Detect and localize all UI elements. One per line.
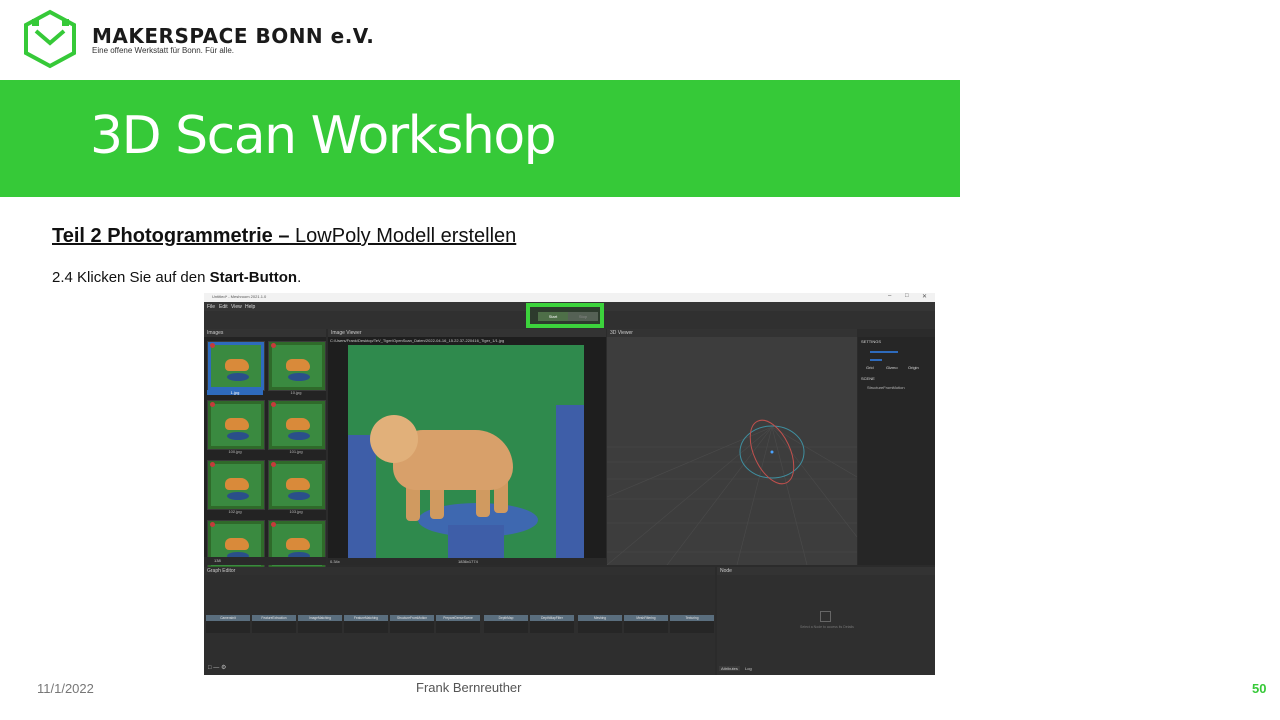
viewer-statusbar: 0.34x 1836x1774 — [328, 558, 606, 565]
image-count: 138 — [204, 557, 326, 565]
scene-item[interactable]: StructureFromMotion — [867, 385, 905, 390]
window-title: Untitled* - Meshroom 2021.1.0 — [212, 294, 267, 299]
settings-title: SETTINGS — [861, 339, 882, 344]
node-icon — [820, 611, 831, 622]
image-thumb[interactable] — [268, 400, 326, 450]
node-hint: Select a Node to access its Details — [800, 625, 854, 629]
org-name: MAKERSPACE BONN e.V. — [92, 24, 375, 48]
window-titlebar: Untitled* - Meshroom 2021.1.0 – □ ✕ — [204, 293, 935, 302]
graph-editor[interactable]: CameraInit FeatureExtraction ImageMatchi… — [204, 567, 715, 675]
3d-grid — [606, 419, 858, 566]
zoom-level: 0.34x — [330, 559, 340, 564]
3d-viewer-header: 3D Viewer — [607, 329, 857, 337]
meshroom-screenshot: Untitled* - Meshroom 2021.1.0 – □ ✕ File… — [204, 293, 935, 675]
heading-bold: Teil 2 Photogrammetrie – — [52, 225, 290, 247]
thumb-label: 1.jpg — [207, 390, 263, 395]
step-instruction: 2.4 Klicken Sie auf den Start-Button. — [52, 269, 301, 286]
slide-title: 3D Scan Workshop — [90, 106, 557, 166]
maximize-icon[interactable]: □ — [905, 293, 909, 299]
3d-viewer[interactable] — [606, 337, 858, 566]
menu-file[interactable]: File — [207, 304, 215, 310]
step-prefix: 2.4 Klicken Sie auf den — [52, 269, 210, 286]
node-panel-header: Node — [717, 567, 935, 575]
footer-author: Frank Bernreuther — [416, 680, 522, 695]
graph-editor-header: Graph Editor — [204, 567, 715, 575]
minimize-icon[interactable]: – — [888, 293, 891, 299]
graph-tool-icons[interactable]: □ — ⚙ — [208, 664, 226, 671]
close-icon[interactable]: ✕ — [922, 293, 927, 300]
heading-rest: LowPoly Modell erstellen — [289, 225, 517, 247]
image-thumb[interactable] — [207, 400, 265, 450]
gizmo-toggle[interactable]: Gizmo — [886, 365, 898, 370]
start-button[interactable]: Start — [538, 312, 568, 321]
menu-help[interactable]: Help — [245, 304, 255, 310]
thumb-label: 10.jpg — [290, 390, 302, 395]
step-bold: Start-Button — [209, 269, 298, 286]
start-highlight: Start Stop — [526, 303, 604, 328]
thumb-label: 103.jpg — [289, 509, 303, 514]
page-number: 50 — [1252, 681, 1267, 696]
origin-toggle[interactable]: Origin — [908, 365, 919, 370]
menu-edit[interactable]: Edit — [219, 304, 228, 310]
footer-date: 11/1/2022 — [37, 681, 94, 696]
step-suffix: . — [297, 269, 302, 286]
grid-toggle[interactable]: Grid — [866, 365, 874, 370]
image-thumb[interactable] — [207, 460, 265, 510]
image-thumb[interactable] — [268, 460, 326, 510]
tab-attributes[interactable]: Attributes — [719, 666, 740, 671]
makerspace-logo — [24, 9, 76, 69]
node-panel: Select a Node to access its Details Attr… — [717, 567, 935, 675]
tab-log[interactable]: Log — [745, 666, 752, 671]
section-heading: Teil 2 Photogrammetrie – LowPoly Modell … — [52, 225, 516, 248]
viewer-settings: SETTINGS Grid Gizmo Origin SCENE Structu… — [858, 337, 935, 565]
org-tagline: Eine offene Werkstatt für Bonn. Für alle… — [92, 46, 234, 55]
title-band: 3D Scan Workshop — [0, 80, 960, 197]
stop-button[interactable]: Stop — [568, 312, 598, 321]
image-resolution: 1836x1774 — [458, 559, 478, 564]
images-panel: 1.jpg 10.jpg 100.jpg 101.jpg 102.jpg 103… — [204, 337, 326, 570]
thumb-label: 102.jpg — [228, 509, 242, 514]
thumb-label: 100.jpg — [228, 449, 242, 454]
image-thumb[interactable] — [268, 341, 326, 391]
scene-title: SCENE — [861, 376, 875, 381]
image-viewer-header: Image Viewer — [328, 329, 606, 337]
images-panel-header: Images — [204, 329, 326, 337]
tiger-photo — [348, 345, 584, 558]
image-path: C:/Users/Frank/Desktop/TeV_Tiger/OpenSca… — [330, 338, 505, 343]
image-thumb[interactable] — [207, 341, 265, 391]
thumb-label: 101.jpg — [289, 449, 303, 454]
menu-view[interactable]: View — [231, 304, 242, 310]
image-viewer[interactable]: C:/Users/Frank/Desktop/TeV_Tiger/OpenSca… — [328, 337, 606, 565]
